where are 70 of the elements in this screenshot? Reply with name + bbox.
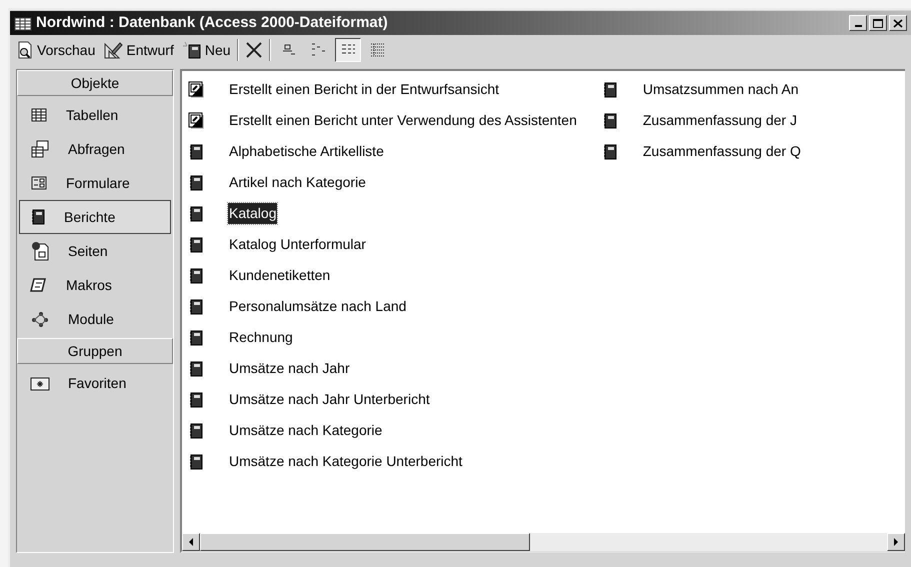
- molecule-icon: [30, 310, 50, 328]
- report-book-icon: [188, 422, 204, 438]
- object-type-item[interactable]: Makros: [19, 268, 171, 302]
- object-type-item[interactable]: Abfragen: [19, 132, 171, 166]
- wizard-page-icon: [188, 81, 204, 98]
- report-item[interactable]: Umsatzsummen nach An: [642, 79, 800, 100]
- section-header[interactable]: Objekte: [17, 70, 173, 96]
- report-book-icon: [188, 144, 204, 160]
- toolbar-button[interactable]: Vorschau: [14, 38, 98, 62]
- report-book-icon: [602, 112, 618, 128]
- form-icon: [30, 174, 48, 192]
- close-button[interactable]: [889, 15, 907, 31]
- window-title: Nordwind : Datenbank (Access 2000-Dateiformat): [36, 12, 388, 33]
- report-item[interactable]: Katalog Unterformular: [228, 234, 367, 255]
- report-item[interactable]: Katalog: [228, 203, 278, 224]
- object-type-item[interactable]: Module: [19, 302, 171, 336]
- report-book-icon: [188, 206, 204, 222]
- scroll-left-button[interactable]: [182, 533, 200, 551]
- database-window-icon: [14, 15, 32, 31]
- left-arrow-icon: [188, 538, 194, 546]
- maximize-button[interactable]: [869, 15, 887, 31]
- report-item[interactable]: Umsätze nach Kategorie: [228, 420, 384, 441]
- scroll-right-button[interactable]: [887, 533, 905, 551]
- table-icon: [30, 106, 48, 124]
- report-book-icon: [602, 82, 618, 98]
- spark-book-icon: [182, 41, 202, 59]
- object-type-item[interactable]: Berichte: [19, 200, 171, 234]
- section-header[interactable]: Gruppen: [17, 338, 173, 364]
- delete-icon: [244, 41, 263, 59]
- toolbar-button[interactable]: Neu: [180, 38, 233, 62]
- view-button[interactable]: [334, 38, 361, 62]
- report-item[interactable]: Zusammenfassung der Q: [642, 141, 802, 162]
- report-book-icon: [188, 236, 204, 252]
- report-item[interactable]: Erstellt einen Bericht in der Entwurfsansicht: [228, 79, 500, 100]
- wizard-page-icon: [188, 112, 204, 129]
- minimize-button[interactable]: [849, 15, 867, 31]
- report-item[interactable]: Rechnung: [228, 327, 294, 348]
- report-item[interactable]: Zusammenfassung der J: [642, 110, 798, 131]
- report-book-icon: [602, 144, 618, 160]
- scroll-thumb[interactable]: [200, 533, 530, 551]
- report-book-icon: [188, 392, 204, 408]
- report-book-icon: [188, 360, 204, 376]
- report-item[interactable]: Umsätze nach Jahr: [228, 358, 351, 379]
- close-icon: [893, 18, 903, 28]
- report-item[interactable]: Kundenetiketten: [228, 265, 332, 286]
- report-book-icon: [188, 298, 204, 314]
- report-book-icon: [188, 268, 204, 284]
- report-book-icon: [188, 330, 204, 346]
- horizontal-scrollbar[interactable]: [182, 533, 905, 551]
- report-item[interactable]: Personalumsätze nach Land: [228, 296, 408, 317]
- report-book-icon: [30, 209, 46, 225]
- object-type-item[interactable]: Seiten: [19, 234, 171, 268]
- object-type-item[interactable]: Tabellen: [19, 98, 171, 132]
- toolbar-button[interactable]: Entwurf: [101, 38, 176, 62]
- report-item[interactable]: Umsätze nach Jahr Unterbericht: [228, 389, 431, 410]
- object-type-item[interactable]: Favoriten: [19, 366, 171, 400]
- report-book-icon: [188, 454, 204, 470]
- globe-page-icon: [30, 241, 50, 261]
- scroll-icon: [30, 276, 48, 294]
- ruler-pencil-icon: [103, 41, 124, 59]
- view-icon: [368, 41, 387, 59]
- right-arrow-icon: [893, 538, 899, 546]
- report-book-icon: [188, 174, 204, 190]
- report-item[interactable]: Erstellt einen Bericht unter Verwendung des Assistenten: [228, 110, 578, 131]
- report-item[interactable]: Umsätze nach Kategorie Unterbericht: [228, 451, 464, 472]
- stacked-tables-icon: [30, 139, 50, 159]
- report-item[interactable]: Alphabetische Artikelliste: [228, 141, 385, 162]
- object-type-item[interactable]: Formulare: [19, 166, 171, 200]
- magnifier-page-icon: [16, 41, 34, 59]
- report-item[interactable]: Artikel nach Kategorie: [228, 172, 367, 193]
